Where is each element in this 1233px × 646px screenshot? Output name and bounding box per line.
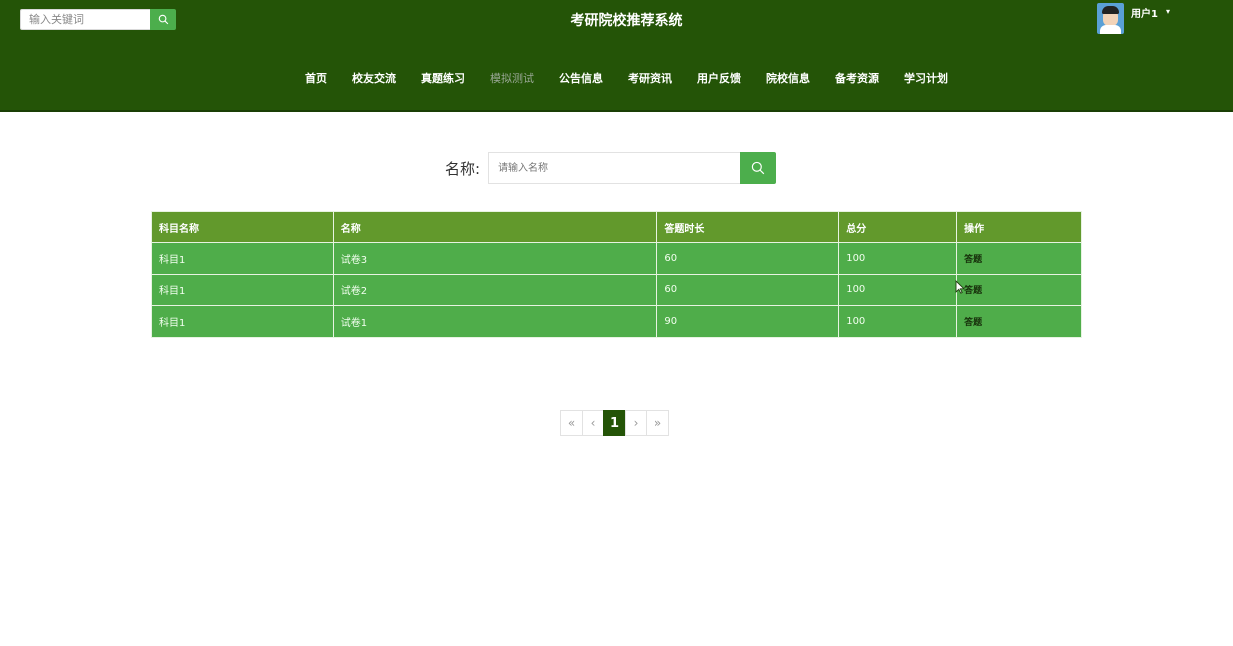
- search-label: 名称:: [445, 159, 481, 178]
- duration-cell: 90: [656, 305, 840, 338]
- nav-item-home[interactable]: 首页: [293, 70, 340, 86]
- next-page-button[interactable]: ›: [625, 410, 647, 436]
- nav-item-alumni[interactable]: 校友交流: [340, 70, 409, 86]
- exam-table: 科目名称 名称 答题时长 总分 操作 科目1 试卷3 60 100 答题 科目1…: [151, 211, 1082, 338]
- answer-button[interactable]: 答题: [956, 242, 1082, 275]
- paper-name-cell: 试卷2: [332, 273, 658, 306]
- nav-item-past-exams[interactable]: 真题练习: [409, 70, 478, 86]
- subject-cell: 科目1: [151, 242, 334, 275]
- score-cell: 100: [838, 273, 958, 306]
- main-nav: 首页 校友交流 真题练习 模拟测试 公告信息 考研资讯 用户反馈 院校信息 备考…: [0, 70, 1233, 86]
- paper-name-cell: 试卷3: [332, 242, 658, 275]
- table-header-row: 科目名称 名称 答题时长 总分 操作: [151, 211, 1082, 243]
- first-page-button[interactable]: «: [560, 410, 583, 436]
- chevron-down-icon[interactable]: ▾: [1166, 7, 1170, 16]
- table-row: 科目1 试卷3 60 100 答题: [151, 242, 1082, 275]
- duration-cell: 60: [656, 273, 840, 306]
- name-search: 名称:: [445, 152, 777, 184]
- nav-item-announcements[interactable]: 公告信息: [547, 70, 616, 86]
- mouse-cursor-icon: [955, 280, 965, 294]
- column-header: 答题时长: [656, 211, 840, 243]
- search-button[interactable]: [740, 152, 777, 184]
- answer-button[interactable]: 答题: [956, 305, 1082, 338]
- avatar[interactable]: [1097, 3, 1124, 34]
- column-header: 科目名称: [151, 211, 334, 243]
- column-header: 总分: [838, 211, 958, 243]
- search-icon: [751, 161, 765, 175]
- subject-cell: 科目1: [151, 305, 334, 338]
- table-row: 科目1 试卷1 90 100 答题: [151, 305, 1082, 338]
- answer-button[interactable]: 答题: [956, 273, 1082, 306]
- current-page[interactable]: 1: [603, 410, 626, 436]
- column-header: 名称: [332, 211, 658, 243]
- nav-item-news[interactable]: 考研资讯: [616, 70, 685, 86]
- table-row: 科目1 试卷2 60 100 答题: [151, 273, 1082, 306]
- duration-cell: 60: [656, 242, 840, 275]
- column-header: 操作: [956, 211, 1082, 243]
- last-page-button[interactable]: »: [646, 410, 669, 436]
- nav-item-resources[interactable]: 备考资源: [823, 70, 892, 86]
- nav-item-mock-test[interactable]: 模拟测试: [478, 70, 547, 86]
- subject-cell: 科目1: [151, 273, 334, 306]
- paper-name-cell: 试卷1: [332, 305, 658, 338]
- name-search-input[interactable]: [488, 152, 741, 184]
- nav-item-feedback[interactable]: 用户反馈: [685, 70, 754, 86]
- user-name[interactable]: 用户1: [1131, 5, 1158, 20]
- user-menu[interactable]: 用户1 ▾: [1097, 3, 1170, 34]
- nav-item-study-plan[interactable]: 学习计划: [892, 70, 961, 86]
- prev-page-button[interactable]: ‹: [582, 410, 604, 436]
- top-header: 考研院校推荐系统 用户1 ▾ 首页 校友交流 真题练习 模拟测试 公告信息 考研…: [0, 0, 1233, 112]
- score-cell: 100: [838, 242, 958, 275]
- pagination: « ‹ 1 › »: [560, 410, 669, 436]
- nav-item-schools[interactable]: 院校信息: [754, 70, 823, 86]
- score-cell: 100: [838, 305, 958, 338]
- site-title: 考研院校推荐系统: [570, 13, 683, 29]
